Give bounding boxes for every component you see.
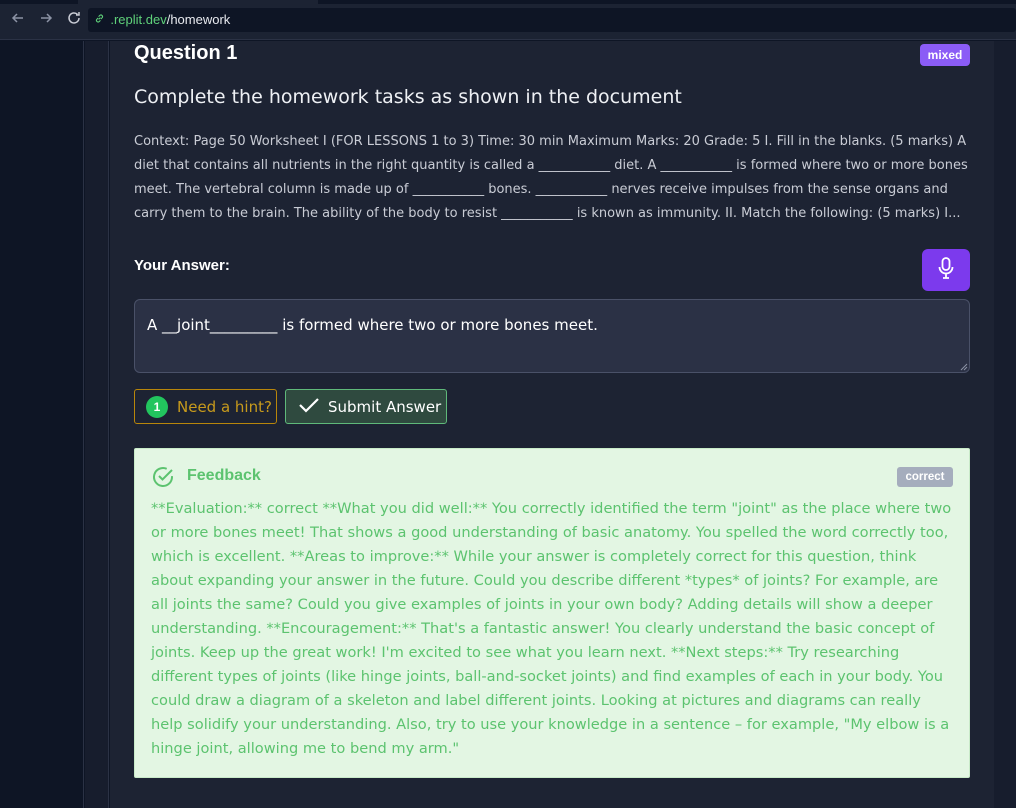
tab-strip bbox=[0, 0, 1016, 4]
browser-toolbar: .replit.dev/homework bbox=[0, 0, 1016, 40]
answer-label: Your Answer: bbox=[134, 257, 230, 274]
question-context: Context: Page 50 Worksheet I (FOR LESSON… bbox=[134, 134, 968, 221]
hint-button[interactable]: 1 Need a hint? bbox=[134, 389, 277, 424]
question-type-badge: mixed bbox=[920, 44, 970, 66]
feedback-panel: Feedback correct **Evaluation:** correct… bbox=[134, 448, 970, 778]
back-arrow-icon[interactable] bbox=[8, 10, 28, 30]
resize-grip-icon[interactable] bbox=[958, 361, 968, 371]
left-pane bbox=[0, 41, 84, 808]
feedback-title: Feedback bbox=[187, 467, 261, 484]
url-path: /homework bbox=[166, 12, 231, 27]
forward-arrow-icon[interactable] bbox=[36, 10, 56, 30]
microphone-icon bbox=[936, 256, 956, 284]
question-title: Question 1 bbox=[134, 42, 238, 64]
submit-answer-button[interactable]: Submit Answer bbox=[285, 389, 447, 424]
feedback-status-badge: correct bbox=[897, 467, 953, 487]
microphone-button[interactable] bbox=[922, 249, 970, 291]
address-bar[interactable]: .replit.dev/homework bbox=[88, 8, 1016, 32]
submit-label: Submit Answer bbox=[328, 397, 442, 416]
url-host: .replit.dev bbox=[110, 12, 167, 27]
hint-label: Need a hint? bbox=[177, 397, 272, 416]
hint-count-badge: 1 bbox=[146, 395, 168, 418]
check-circle-icon bbox=[151, 465, 175, 489]
reload-icon[interactable] bbox=[64, 10, 84, 30]
left-gutter bbox=[85, 41, 109, 808]
answer-textarea[interactable]: A __joint_________ is formed where two o… bbox=[134, 299, 970, 373]
feedback-text: **Evaluation:** correct **What you did w… bbox=[151, 500, 952, 757]
question-subtitle: Complete the homework tasks as shown in … bbox=[134, 86, 682, 108]
right-gutter bbox=[994, 41, 1016, 808]
check-icon bbox=[298, 396, 320, 418]
link-icon bbox=[94, 13, 108, 27]
